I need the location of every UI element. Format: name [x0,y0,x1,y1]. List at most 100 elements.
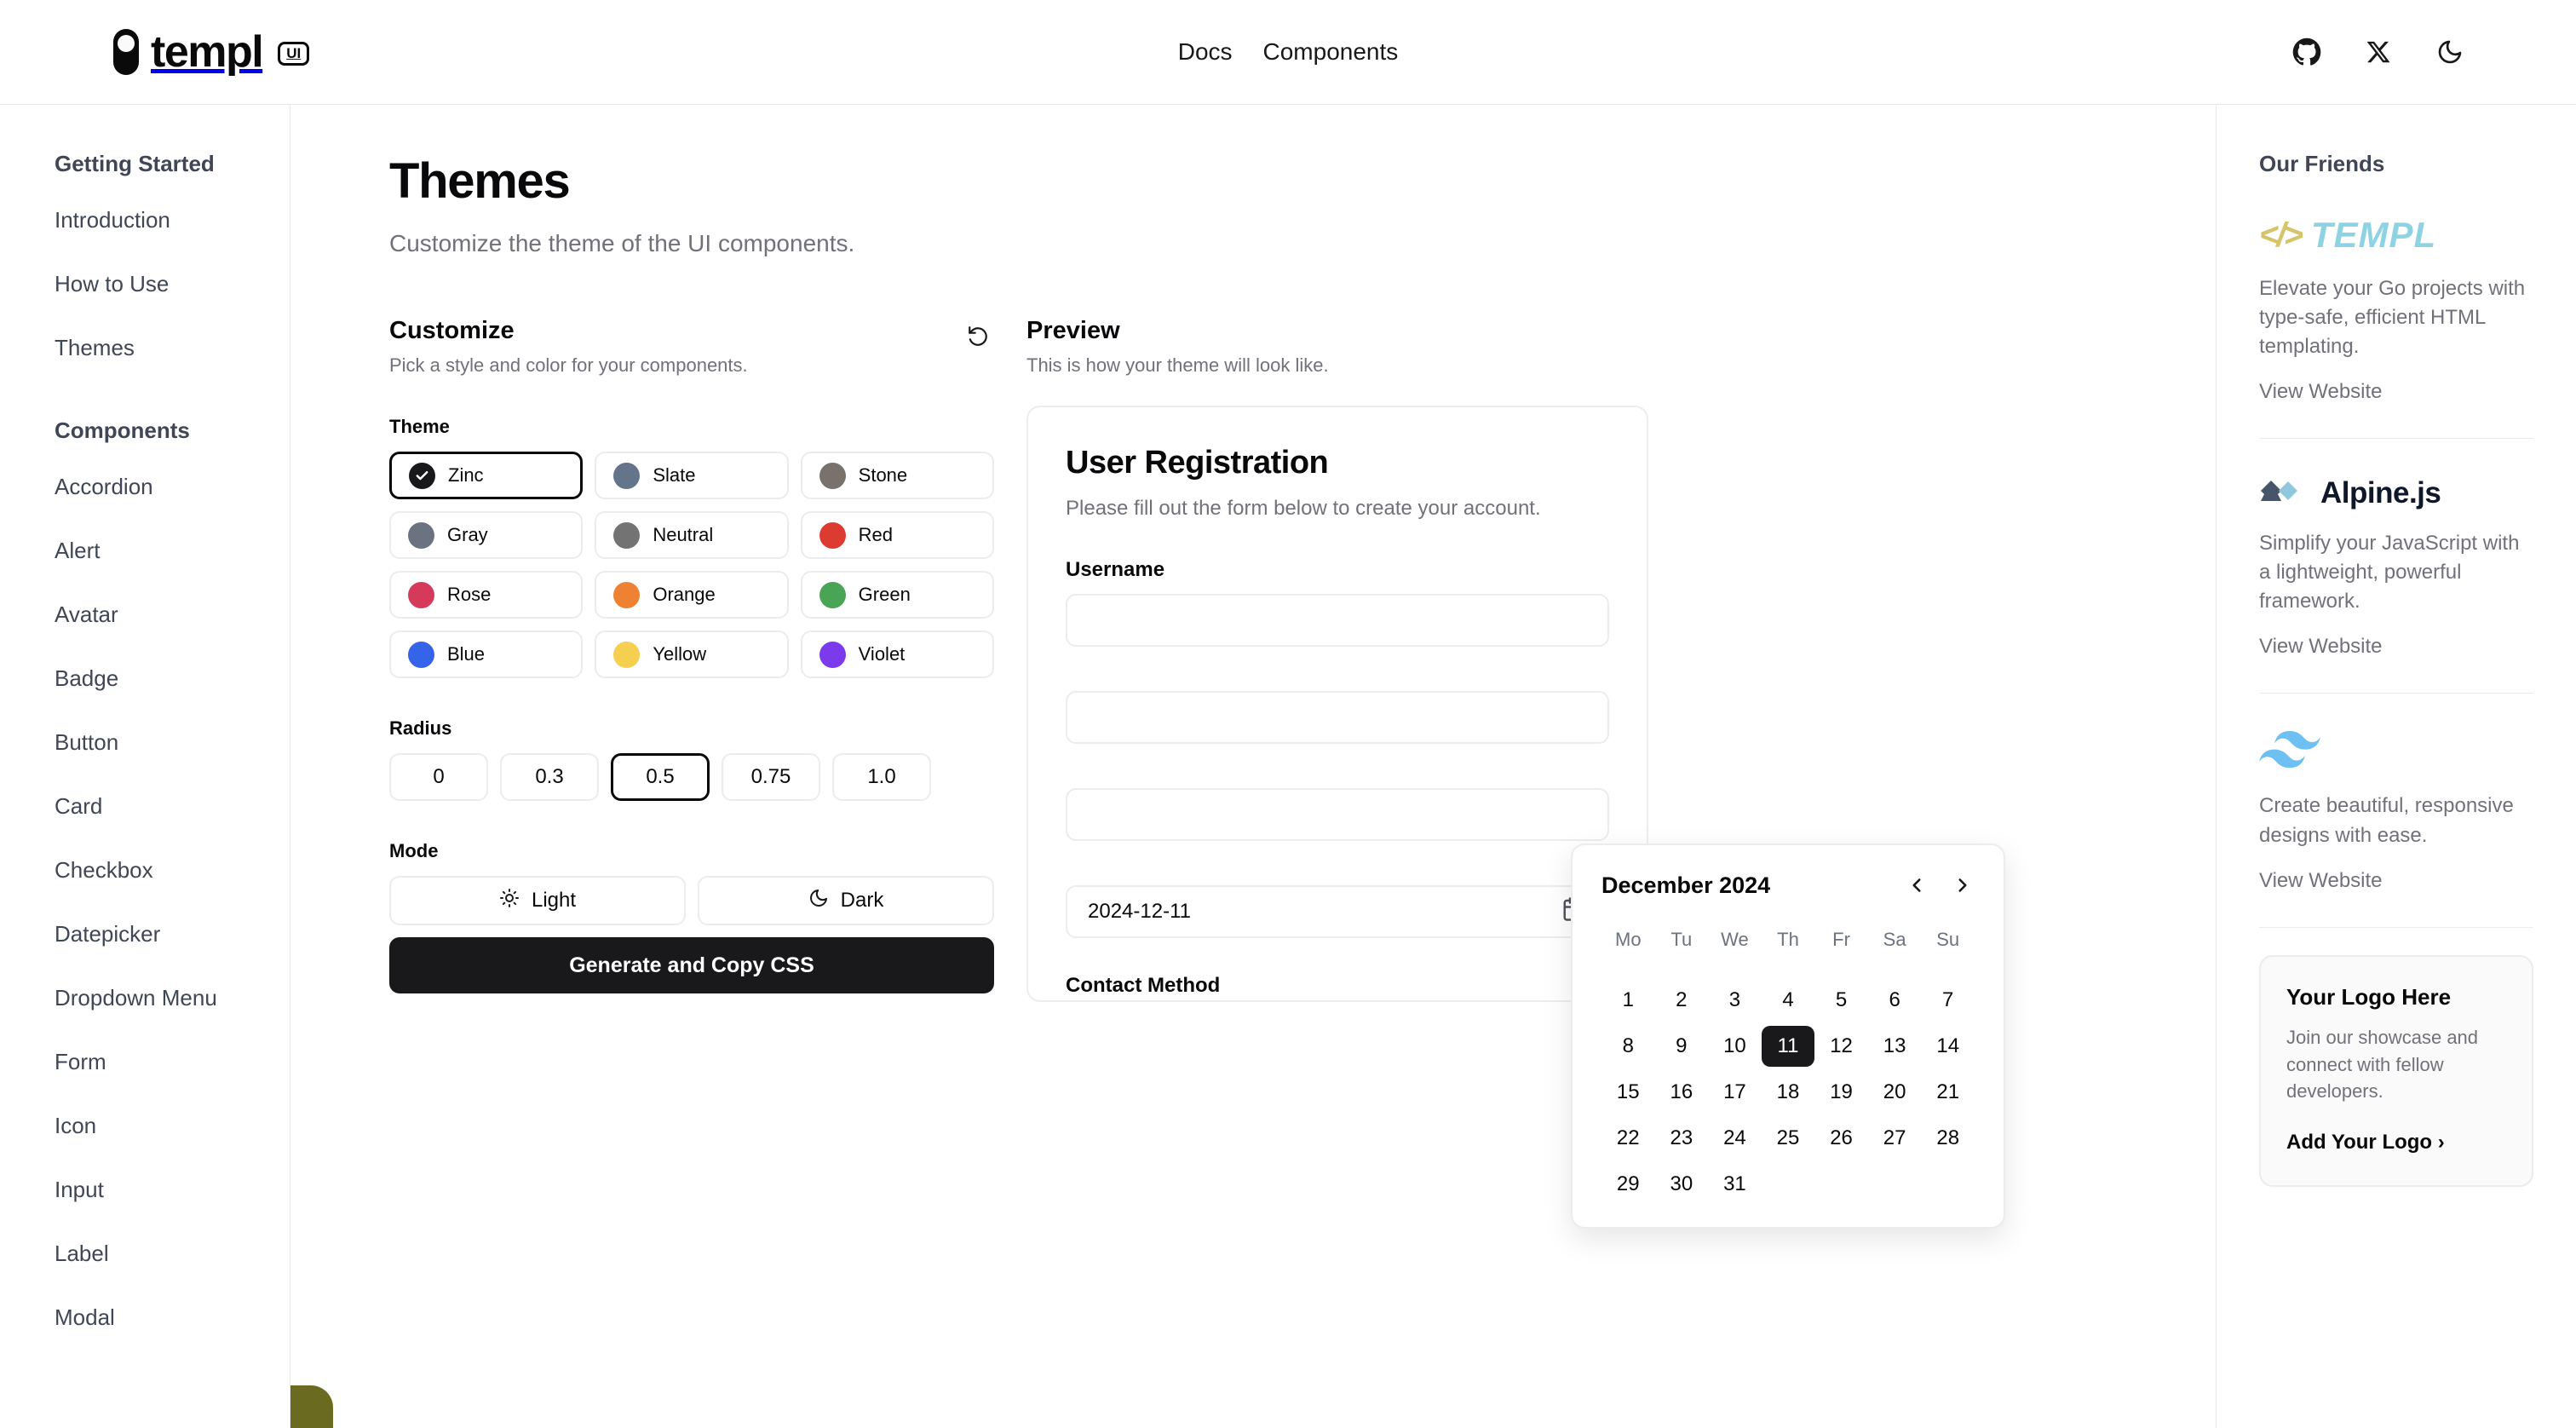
calendar-day-grid: 1 2 3 4 5 6 7 8 9 10 11 12 13 14 15 16 17 18 19 20 21 22 23 24 2… [1601,980,1975,1205]
calendar-day[interactable]: 14 [1921,1026,1975,1067]
sidebar-item-alert[interactable]: Alert [55,538,290,564]
sidebar-item-introduction[interactable]: Introduction [55,207,290,233]
sidebar-item-modal[interactable]: Modal [55,1304,290,1331]
alpine-diamond-icon [2259,479,2309,509]
color-dot [819,581,846,608]
calendar-day[interactable]: 17 [1708,1072,1762,1113]
nav-item-docs[interactable]: Docs [1178,38,1233,66]
theme-swatch-red[interactable]: Red [800,511,994,559]
templ-wordmark: TEMPL [2310,215,2437,255]
calendar-day[interactable]: 29 [1601,1164,1655,1205]
sidebar-item-avatar[interactable]: Avatar [55,602,290,628]
calendar-day[interactable]: 12 [1814,1026,1868,1067]
calendar-day[interactable]: 13 [1868,1026,1922,1067]
calendar-day[interactable]: 5 [1814,980,1868,1021]
sidebar-item-icon[interactable]: Icon [55,1113,290,1139]
radius-option-0-5[interactable]: 0.5 [611,753,710,801]
calendar-day[interactable]: 8 [1601,1026,1655,1067]
calendar-day[interactable]: 20 [1868,1072,1922,1113]
username-input[interactable] [1066,594,1609,648]
friend-view-website-link[interactable]: View Website [2259,635,2533,659]
calendar-day[interactable]: 31 [1708,1164,1762,1205]
sidebar-item-badge[interactable]: Badge [55,665,290,692]
mode-option-dark[interactable]: Dark [698,876,994,925]
calendar-day[interactable]: 24 [1708,1118,1762,1159]
theme-swatch-yellow[interactable]: Yellow [595,631,789,678]
generate-css-button[interactable]: Generate and Copy CSS [389,937,994,993]
theme-swatch-rose[interactable]: Rose [389,571,584,619]
calendar-day[interactable]: 11 [1761,1026,1815,1067]
calendar-day[interactable]: 28 [1921,1118,1975,1159]
theme-swatch-neutral[interactable]: Neutral [595,511,789,559]
sidebar-item-themes[interactable]: Themes [55,335,290,361]
main-content: Themes Customize the theme of the UI com… [290,105,2216,1428]
calendar-day[interactable]: 2 [1655,980,1709,1021]
sidebar-item-dropdown-menu[interactable]: Dropdown Menu [55,985,290,1011]
brand-logo[interactable]: templ UI [113,29,310,75]
calendar-day[interactable]: 19 [1814,1072,1868,1113]
theme-swatch-grid: Zinc Slate Stone Gray Neutral Red Rose O… [389,452,994,678]
radius-option-0-75[interactable]: 0.75 [722,753,820,801]
sidebar-item-input[interactable]: Input [55,1177,290,1203]
calendar-day[interactable]: 27 [1868,1118,1922,1159]
calendar-day[interactable]: 23 [1655,1118,1709,1159]
calendar-day[interactable]: 9 [1655,1026,1709,1067]
color-dot [613,521,641,549]
calendar-day[interactable]: 26 [1814,1118,1868,1159]
reset-icon[interactable] [962,320,994,355]
sidebar-item-checkbox[interactable]: Checkbox [55,857,290,884]
github-icon[interactable] [2290,35,2324,69]
form-field-3[interactable] [1066,788,1609,842]
calendar-day[interactable]: 16 [1655,1072,1709,1113]
theme-swatch-gray[interactable]: Gray [389,511,584,559]
radius-option-0-3[interactable]: 0.3 [500,753,599,801]
theme-swatch-label: Gray [447,524,488,545]
mode-option-light[interactable]: Light [389,876,686,925]
sidebar-item-accordion[interactable]: Accordion [55,474,290,500]
calendar-day[interactable]: 30 [1655,1164,1709,1205]
calendar-day[interactable]: 6 [1868,980,1922,1021]
theme-swatch-green[interactable]: Green [800,571,994,619]
theme-swatch-orange[interactable]: Orange [595,571,789,619]
nav-item-components[interactable]: Components [1263,38,1399,66]
calendar-weekday: Fr [1832,929,1850,950]
sidebar-item-card[interactable]: Card [55,793,290,820]
form-spacer-2 [1066,744,1609,788]
calendar-day[interactable]: 10 [1708,1026,1762,1067]
form-field-2[interactable] [1066,691,1609,745]
calendar-day[interactable]: 7 [1921,980,1975,1021]
radius-option-0[interactable]: 0 [389,753,488,801]
moon-icon[interactable] [2433,35,2467,69]
mode-options: Light Dark [389,876,994,925]
calendar-day[interactable]: 22 [1601,1118,1655,1159]
calendar-day[interactable]: 4 [1762,980,1815,1021]
sidebar-item-datepicker[interactable]: Datepicker [55,921,290,947]
friend-view-website-link[interactable]: View Website [2259,380,2533,404]
sidebar-item-button[interactable]: Button [55,729,290,756]
theme-swatch-zinc[interactable]: Zinc [389,452,584,499]
theme-swatch-label: Blue [447,643,486,665]
sidebar-item-how-to-use[interactable]: How to Use [55,271,290,297]
add-your-logo-link[interactable]: Add Your Logo › [2286,1131,2445,1154]
docs-sidebar: Getting Started Introduction How to Use … [0,105,290,1428]
calendar-day[interactable]: 1 [1601,980,1655,1021]
friend-view-website-link[interactable]: View Website [2259,869,2533,893]
date-input[interactable]: 2024-12-11 [1066,885,1609,939]
calendar-day[interactable]: 25 [1762,1118,1815,1159]
sidebar-item-form[interactable]: Form [55,1049,290,1075]
alpine-logo: Alpine.js [2259,476,2533,510]
theme-swatch-blue[interactable]: Blue [389,631,584,678]
theme-swatch-violet[interactable]: Violet [800,631,994,678]
chevron-left-icon[interactable] [1905,871,1929,900]
theme-swatch-slate[interactable]: Slate [595,452,789,499]
radius-option-1-0[interactable]: 1.0 [832,753,931,801]
chevron-right-icon[interactable] [1951,871,1975,900]
theme-swatch-stone[interactable]: Stone [800,452,994,499]
calendar-day[interactable]: 21 [1921,1072,1975,1113]
calendar-day[interactable]: 18 [1762,1072,1815,1113]
sidebar-item-label[interactable]: Label [55,1241,290,1267]
theme-label: Theme [389,416,450,437]
calendar-day[interactable]: 15 [1601,1072,1655,1113]
x-twitter-icon[interactable] [2361,35,2395,69]
calendar-day[interactable]: 3 [1708,980,1762,1021]
